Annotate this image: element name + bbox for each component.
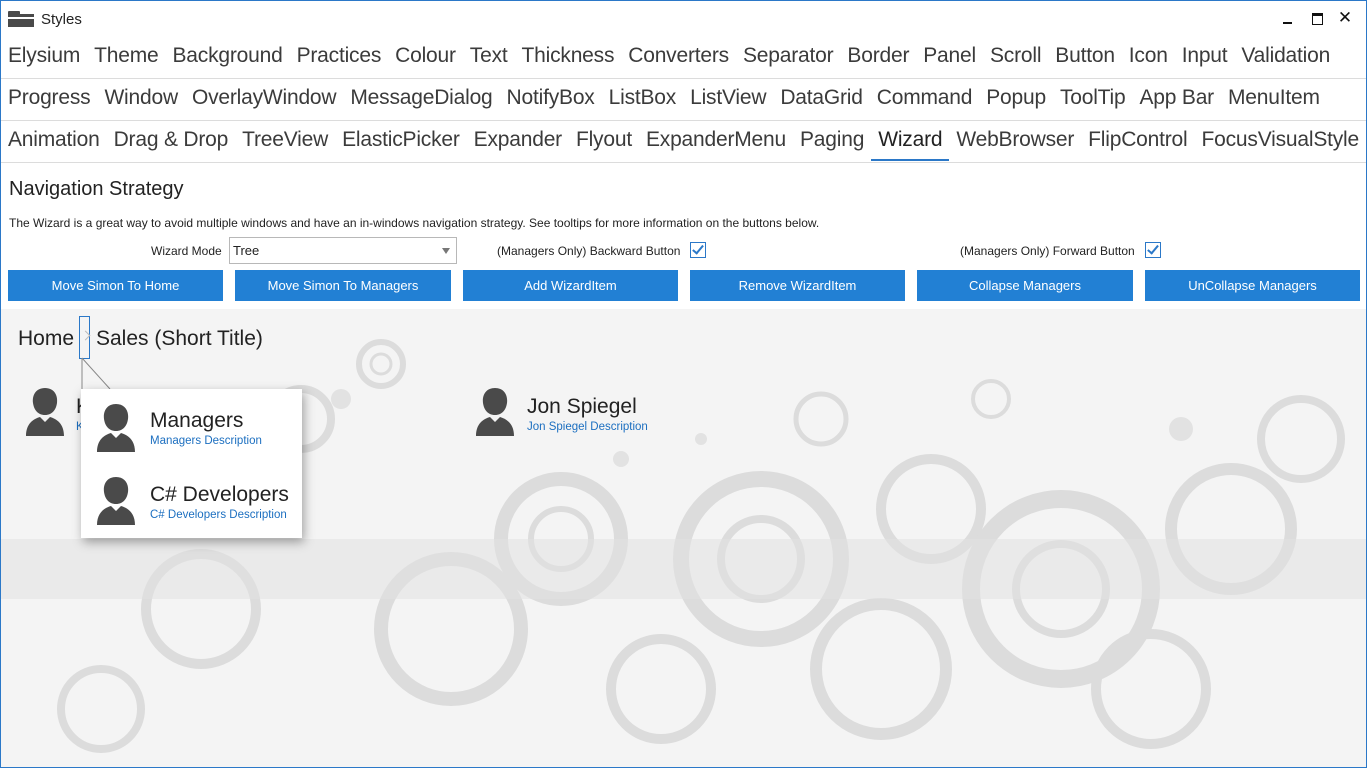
- forward-button-label: (Managers Only) Forward Button: [960, 244, 1135, 258]
- popup-item-description[interactable]: C# Developers Description: [150, 509, 287, 521]
- tab-button[interactable]: Button: [1048, 37, 1122, 77]
- folder-icon: [8, 11, 34, 27]
- collapse-managers-button[interactable]: Collapse Managers: [917, 270, 1133, 301]
- tab-animation[interactable]: Animation: [1, 121, 107, 161]
- tab-border[interactable]: Border: [840, 37, 916, 77]
- person-icon: [97, 404, 135, 452]
- tab-validation[interactable]: Validation: [1234, 37, 1337, 77]
- main-window: Styles ✕ Elysium Theme Background Practices…: [0, 0, 1367, 768]
- tab-treeview[interactable]: TreeView: [235, 121, 335, 161]
- decorative-background: [1, 339, 1366, 753]
- tab-listbox[interactable]: ListBox: [602, 79, 683, 119]
- popup-item-name[interactable]: Managers: [150, 409, 243, 433]
- tab-listview[interactable]: ListView: [683, 79, 773, 119]
- tab-expander[interactable]: Expander: [467, 121, 569, 161]
- backward-button-label: (Managers Only) Backward Button: [497, 244, 681, 258]
- breadcrumb-current[interactable]: Sales (Short Title): [96, 327, 263, 351]
- tab-row-3: Animation Drag & Drop TreeView ElasticPicke…: [1, 121, 1366, 163]
- tab-background[interactable]: Background: [165, 37, 289, 77]
- window-title: Styles: [41, 11, 82, 28]
- tab-separator[interactable]: Separator: [736, 37, 840, 77]
- tab-thickness[interactable]: Thickness: [515, 37, 622, 77]
- tab-progress[interactable]: Progress: [1, 79, 97, 119]
- chevron-right-icon[interactable]: [79, 316, 90, 359]
- tab-elysium[interactable]: Elysium: [1, 37, 87, 77]
- tab-row-1: Elysium Theme Background Practices Colour Tex…: [1, 37, 1366, 79]
- tab-icon[interactable]: Icon: [1122, 37, 1175, 77]
- wizard-mode-value: Tree: [233, 243, 260, 258]
- tab-drag-drop[interactable]: Drag & Drop: [107, 121, 236, 161]
- tab-flyout[interactable]: Flyout: [569, 121, 639, 161]
- popup-item-description[interactable]: Managers Description: [150, 435, 262, 447]
- forward-button-checkbox[interactable]: [1145, 242, 1161, 258]
- breadcrumb-home[interactable]: Home: [18, 327, 74, 351]
- person-icon: [26, 388, 64, 436]
- tab-scroll[interactable]: Scroll: [983, 37, 1048, 77]
- tab-paging[interactable]: Paging: [793, 121, 871, 161]
- breadcrumb-popup: Managers Managers Description C# Develop…: [81, 389, 302, 538]
- wizard-mode-select[interactable]: Tree: [229, 237, 457, 264]
- page-description: The Wizard is a great way to avoid multi…: [9, 216, 820, 230]
- tab-webbrowser[interactable]: WebBrowser: [949, 121, 1081, 161]
- wizard-mode-label: Wizard Mode: [151, 244, 222, 258]
- tab-overlaywindow[interactable]: OverlayWindow: [185, 79, 343, 119]
- tab-window[interactable]: Window: [97, 79, 185, 119]
- person-name: Jon Spiegel: [527, 395, 637, 418]
- tab-wizard[interactable]: Wizard: [871, 121, 950, 161]
- tab-theme[interactable]: Theme: [87, 37, 165, 77]
- move-simon-home-button[interactable]: Move Simon To Home: [8, 270, 223, 301]
- tab-expandermenu[interactable]: ExpanderMenu: [639, 121, 793, 161]
- tab-row-2: Progress Window OverlayWindow MessageDialog…: [1, 79, 1366, 121]
- remove-wizard-item-button[interactable]: Remove WizardItem: [690, 270, 905, 301]
- tab-command[interactable]: Command: [870, 79, 979, 119]
- wizard-area: [1, 309, 1366, 767]
- page-title: Navigation Strategy: [9, 178, 184, 200]
- move-simon-managers-button[interactable]: Move Simon To Managers: [235, 270, 451, 301]
- tab-focusvisualstyle[interactable]: FocusVisualStyle: [1195, 121, 1366, 161]
- tab-text[interactable]: Text: [463, 37, 515, 77]
- popup-item-name[interactable]: C# Developers: [150, 483, 289, 507]
- person-icon: [97, 477, 135, 525]
- tab-practices[interactable]: Practices: [290, 37, 389, 77]
- tab-notifybox[interactable]: NotifyBox: [500, 79, 602, 119]
- tab-messagedialog[interactable]: MessageDialog: [343, 79, 499, 119]
- tab-tooltip[interactable]: ToolTip: [1053, 79, 1133, 119]
- tab-menuitem[interactable]: MenuItem: [1221, 79, 1327, 119]
- tab-colour[interactable]: Colour: [388, 37, 463, 77]
- person-description[interactable]: Jon Spiegel Description: [527, 421, 648, 433]
- tab-input[interactable]: Input: [1175, 37, 1235, 77]
- title-bar: Styles ✕: [1, 1, 1366, 37]
- tab-datagrid[interactable]: DataGrid: [773, 79, 869, 119]
- maximize-icon[interactable]: [1307, 9, 1327, 29]
- tab-app-bar[interactable]: App Bar: [1132, 79, 1220, 119]
- tab-panel[interactable]: Panel: [916, 37, 983, 77]
- chevron-down-icon: [442, 248, 450, 254]
- uncollapse-managers-button[interactable]: UnCollapse Managers: [1145, 270, 1360, 301]
- add-wizard-item-button[interactable]: Add WizardItem: [463, 270, 678, 301]
- minimize-icon[interactable]: [1279, 9, 1299, 29]
- tab-converters[interactable]: Converters: [621, 37, 736, 77]
- tab-flipcontrol[interactable]: FlipControl: [1081, 121, 1194, 161]
- backward-button-checkbox[interactable]: [690, 242, 706, 258]
- tab-popup[interactable]: Popup: [979, 79, 1053, 119]
- close-icon[interactable]: ✕: [1335, 9, 1355, 29]
- tab-elasticpicker[interactable]: ElasticPicker: [335, 121, 467, 161]
- person-icon: [476, 388, 514, 436]
